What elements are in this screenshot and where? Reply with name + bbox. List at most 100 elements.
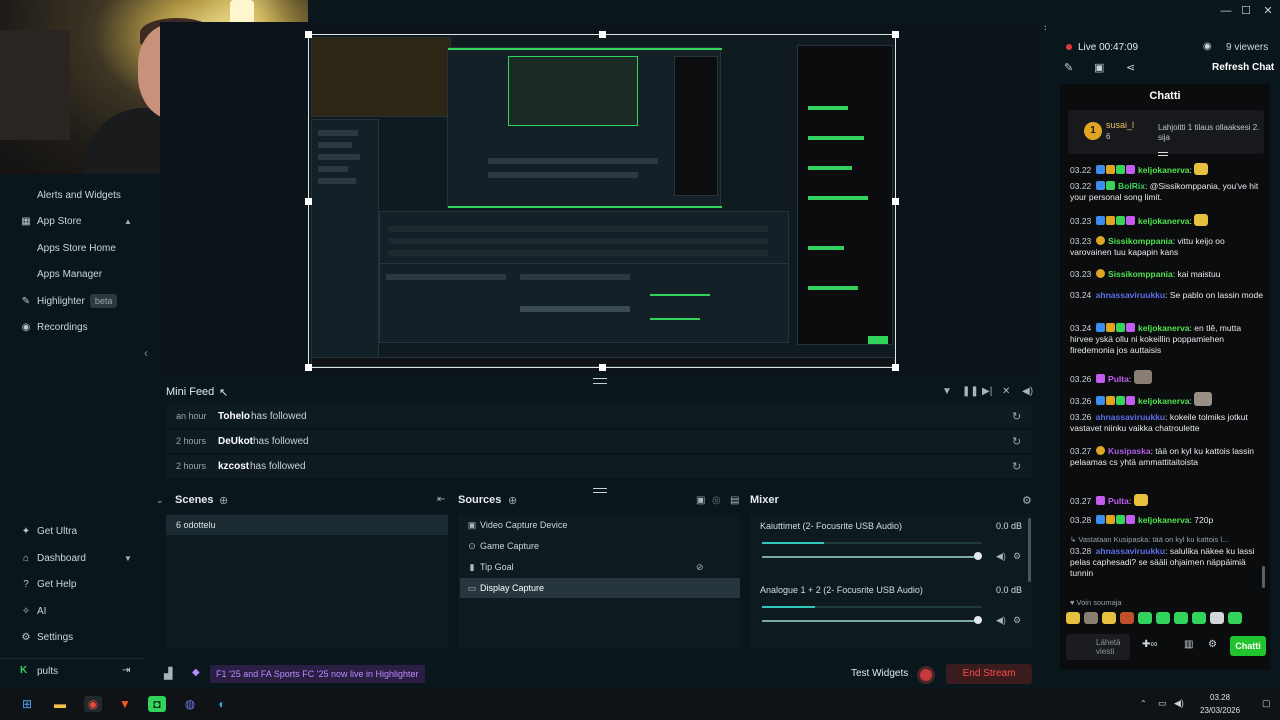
collapse-icon[interactable]: ⌄ — [156, 495, 164, 506]
mute-alerts-icon[interactable]: ✕ — [1002, 386, 1010, 397]
sidebar-item-recordings[interactable]: ◉ Recordings — [0, 315, 144, 341]
notifications-icon[interactable]: ▢ — [1262, 698, 1271, 709]
source-item[interactable]: ▮ Tip Goal ⊘ — [460, 557, 740, 577]
replay-icon[interactable]: ↻ — [1012, 410, 1021, 423]
volume-slider-knob[interactable] — [974, 616, 982, 624]
sidebar-item-ai[interactable]: ✧ AI — [0, 599, 144, 625]
edge-icon[interactable]: ◐ — [213, 696, 231, 712]
discord-icon[interactable]: ◍ — [181, 696, 199, 712]
sidebar: Alerts and Widgets ▦ App Store ▲ Apps St… — [0, 174, 144, 684]
popout-icon[interactable]: ▣ — [1094, 61, 1104, 74]
source-item[interactable]: ▣ Video Capture Device — [460, 515, 740, 535]
resize-handle[interactable] — [305, 31, 312, 38]
preview-resize-handle[interactable] — [593, 378, 607, 384]
network-icon[interactable]: ▭ — [1158, 698, 1167, 709]
sidebar-item-apps-store-home[interactable]: Apps Store Home — [0, 236, 144, 262]
gift-coin-icon: 1 — [1084, 122, 1102, 140]
resize-handle[interactable] — [892, 31, 899, 38]
volume-slider[interactable] — [762, 620, 978, 622]
add-scene-icon[interactable]: ⊕ — [219, 494, 228, 507]
emote-bar[interactable] — [1066, 612, 1256, 628]
promo-banner[interactable]: F1 '25 and FA Sports FC '25 now live in … — [210, 665, 425, 683]
chevron-up-icon[interactable]: ▲ — [124, 209, 132, 235]
brave-icon[interactable]: ▼ — [116, 696, 134, 712]
close-icon[interactable]: ✕ — [1258, 3, 1278, 19]
resize-handle[interactable] — [305, 364, 312, 371]
skip-icon[interactable]: ▶| — [982, 386, 992, 397]
visibility-icon[interactable]: ◎ — [712, 495, 721, 506]
layout-icon[interactable]: ▣ — [696, 495, 705, 506]
sidebar-item-alerts-widgets[interactable]: Alerts and Widgets — [0, 183, 144, 209]
eye-icon: ◉ — [1203, 41, 1212, 52]
collapse-sidebar-icon[interactable]: ‹ — [144, 346, 148, 360]
chat-settings-icon[interactable]: ⚙ — [1208, 639, 1217, 650]
sidebar-item-app-store[interactable]: ▦ App Store ▲ — [0, 209, 144, 235]
folder-icon[interactable]: ▤ — [730, 495, 739, 506]
logout-icon[interactable]: ⇥ — [122, 665, 130, 676]
tray-chevron-icon[interactable]: ⌃ — [1140, 699, 1147, 708]
mixer-channel-name: Analogue 1 + 2 (2- Focusrite USB Audio) — [760, 585, 923, 595]
hidden-eye-icon[interactable]: ⊘ — [696, 557, 704, 577]
chart-icon[interactable]: ▟ — [164, 667, 172, 680]
chat-message: 03.27 Kusipaska: tää on kyl ku kattois l… — [1070, 446, 1255, 467]
chat-scrollbar[interactable] — [1262, 566, 1265, 588]
scene-item[interactable]: 6 odottelu — [166, 515, 448, 535]
resize-handle[interactable] — [892, 364, 899, 371]
resize-handle[interactable] — [305, 198, 312, 205]
resize-handle[interactable] — [599, 31, 606, 38]
mixer-settings-icon[interactable]: ⚙ — [1022, 494, 1032, 507]
volume-icon[interactable]: ◀) — [1022, 386, 1033, 397]
resize-handle[interactable] — [599, 364, 606, 371]
maximize-icon[interactable]: ☐ — [1236, 3, 1256, 19]
nested-preview — [447, 47, 722, 208]
chevron-down-icon[interactable]: ▼ — [124, 546, 132, 572]
resize-handle[interactable] — [892, 198, 899, 205]
channel-settings-icon[interactable]: ⚙ — [1013, 551, 1021, 562]
store-icon: ▦ — [21, 216, 31, 227]
mute-icon[interactable]: ◀) — [996, 615, 1006, 626]
record-button[interactable] — [917, 666, 935, 684]
replay-icon[interactable]: ↻ — [1012, 435, 1021, 448]
source-item[interactable]: ▭ Display Capture — [460, 578, 740, 598]
emote-picker-icon[interactable]: ✚∞ — [1142, 639, 1158, 650]
sidebar-item-get-ultra[interactable]: ✦ Get Ultra — [0, 519, 144, 545]
sidebar-item-dashboard[interactable]: ⌂ Dashboard ▼ — [0, 546, 144, 572]
docks-resize-handle[interactable] — [593, 488, 607, 493]
scene-transition-icon[interactable]: ⇤ — [437, 494, 445, 505]
pinned-gift-message: 1 susai_l 6 Lahjoitti 1 tilaus ollaakses… — [1068, 110, 1264, 154]
streamlabs-icon[interactable]: ◘ — [148, 696, 166, 712]
source-item[interactable]: ⊙ Game Capture — [460, 536, 740, 556]
sidebar-item-settings[interactable]: ⚙ Settings — [0, 625, 144, 651]
channel-settings-icon[interactable]: ⚙ — [1013, 615, 1021, 626]
sidebar-item-highlighter[interactable]: ✎ Highlighter beta — [0, 289, 144, 315]
user-bar[interactable]: K pults ⇥ — [0, 658, 144, 684]
replay-icon[interactable]: ↻ — [1012, 460, 1021, 473]
pinned-handle[interactable] — [1158, 152, 1168, 156]
clock-date[interactable]: 23/03/2026 — [1200, 706, 1240, 715]
add-source-icon[interactable]: ⊕ — [508, 494, 517, 507]
pause-icon[interactable]: ❚❚ — [962, 386, 979, 397]
refresh-chat-button[interactable]: Refresh Chat — [1212, 62, 1274, 73]
gift-icon[interactable]: ▥ — [1184, 639, 1193, 650]
filter-icon[interactable]: ▼ — [942, 386, 952, 397]
chat-input[interactable]: Lähetä viesti — [1066, 634, 1130, 660]
reply-reference: ↳ Vastataan Kusipaska: tää on kyl ku kat… — [1070, 535, 1229, 544]
share-icon[interactable]: ⋖ — [1126, 61, 1135, 74]
file-explorer-icon[interactable]: ▬ — [51, 696, 69, 712]
minimize-icon[interactable]: — — [1216, 3, 1236, 19]
chat-send-button[interactable]: Chatti — [1230, 636, 1266, 656]
speaker-icon[interactable]: ◀) — [1174, 698, 1184, 709]
clock-time[interactable]: 03.28 — [1210, 693, 1230, 702]
volume-slider-knob[interactable] — [974, 552, 982, 560]
test-widgets-button[interactable]: Test Widgets — [851, 668, 908, 679]
sidebar-item-get-help[interactable]: ? Get Help — [0, 572, 144, 598]
stream-preview[interactable] — [305, 31, 899, 371]
edit-icon[interactable]: ✎ — [1064, 61, 1073, 74]
volume-slider[interactable] — [762, 556, 978, 558]
mixer-scrollbar[interactable] — [1028, 518, 1031, 582]
end-stream-button[interactable]: End Stream — [946, 664, 1032, 684]
windows-start-icon[interactable]: ⊞ — [18, 696, 36, 712]
chrome-icon[interactable]: ◉ — [84, 696, 102, 712]
mute-icon[interactable]: ◀) — [996, 551, 1006, 562]
sidebar-item-apps-manager[interactable]: Apps Manager — [0, 262, 144, 288]
